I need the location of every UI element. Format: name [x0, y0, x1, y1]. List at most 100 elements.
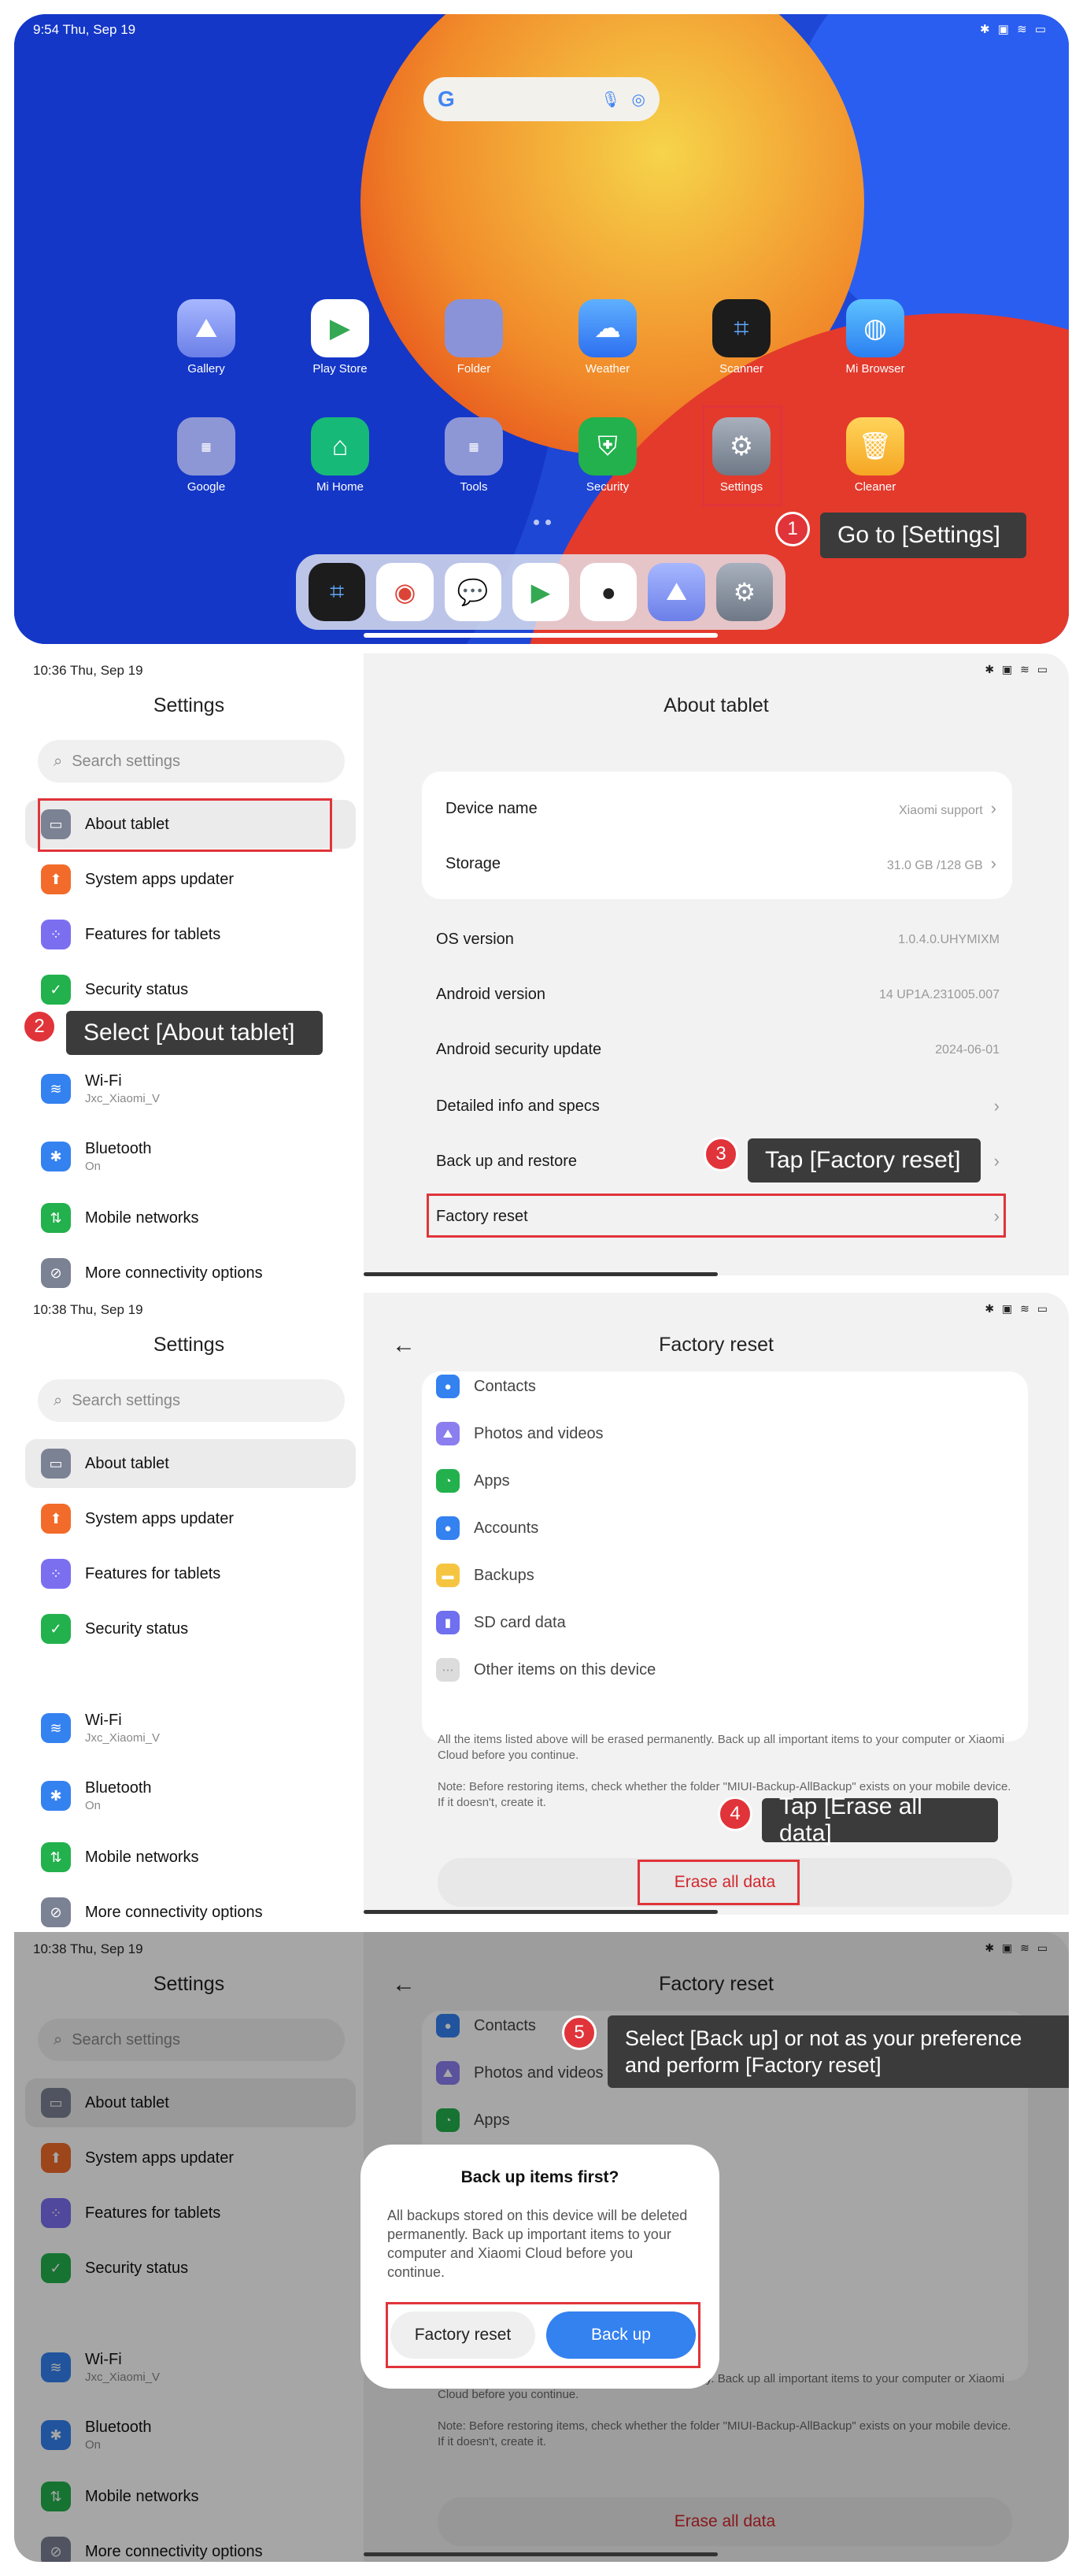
sidebar-item-features-for-tablets[interactable]: ⁘ Features for tablets — [25, 910, 356, 959]
step-badge: 4 — [718, 1797, 752, 1831]
step-badge: 5 — [562, 2015, 597, 2050]
highlight-dialog-buttons — [386, 2302, 700, 2368]
sidebar-title: Settings — [153, 694, 225, 716]
features-icon: ⁘ — [41, 1559, 71, 1589]
gallery-icon[interactable]: ⛰ — [648, 563, 705, 621]
item-label: Wi-Fi — [85, 1072, 122, 1090]
status-time: 10:36 Thu, Sep 19 — [33, 663, 143, 678]
row-label: Android security update — [436, 1041, 602, 1058]
camera-icon[interactable]: ● — [580, 563, 638, 621]
cleaner-icon: 🗑 — [846, 417, 904, 476]
sidebar-item-bluetooth[interactable]: ✱ Bluetooth On — [25, 1132, 356, 1181]
reset-item-label: Accounts — [474, 1519, 539, 1537]
item-label: Bluetooth — [85, 1140, 152, 1157]
security-icon: ✓ — [41, 1614, 71, 1644]
row-label: Detailed info and specs — [436, 1097, 600, 1115]
dialog-body: All backups stored on this device will b… — [387, 2208, 688, 2280]
app-cleaner[interactable]: 🗑 Cleaner — [836, 417, 915, 494]
item-label: Security status — [85, 1619, 189, 1638]
app-google[interactable]: ▦ Google — [167, 417, 246, 494]
sidebar-item-security-status[interactable]: ✓ Security status — [25, 1604, 356, 1653]
link-icon: ⊘ — [41, 1897, 71, 1927]
row-device-name[interactable]: Device name Xiaomi support › — [445, 798, 996, 819]
google-logo: G — [438, 87, 455, 111]
settings-sidebar: 10:36 Thu, Sep 19 Settings ⌕ Search setti… — [14, 653, 364, 1288]
callout-select-about-tablet: Select [About tablet] — [66, 1011, 323, 1055]
app-label: Folder — [456, 362, 491, 376]
sidebar-item-system-apps-updater[interactable]: ⬆ System apps updater — [25, 1494, 356, 1543]
app-mi-home[interactable]: ⌂ Mi Home — [301, 417, 379, 494]
row-value: 14 UP1A.231005.007 — [878, 987, 1000, 1001]
app-label: Tools — [460, 480, 488, 494]
scanner-icon: ⌗ — [712, 299, 771, 357]
sidebar-item-more-connectivity[interactable]: ⊘ More connectivity options — [25, 1888, 356, 1937]
sidebar-item-bluetooth[interactable]: ✱ Bluetooth On — [25, 1771, 356, 1820]
app-gallery[interactable]: ⛰ Gallery — [167, 299, 246, 376]
tools-folder-icon: ▦ — [445, 417, 503, 476]
google-search-bar[interactable]: G 🎙 ◎ — [423, 77, 660, 121]
chrome-icon[interactable]: ◉ — [376, 563, 434, 621]
app-scanner[interactable]: ⌗ Scanner — [702, 299, 781, 376]
sidebar-item-system-apps-updater[interactable]: ⬆ System apps updater — [25, 855, 356, 904]
callout-line: Select [Back up] or not as your preferen… — [625, 2026, 1022, 2050]
item-label: Mobile networks — [85, 1208, 199, 1227]
item-label: Features for tablets — [85, 1564, 221, 1582]
reset-item-label: Apps — [474, 1471, 510, 1490]
app-label: Security — [586, 480, 630, 494]
row-storage[interactable]: Storage 31.0 GB /128 GB › — [445, 853, 996, 874]
app-folder[interactable]: Folder — [434, 299, 513, 376]
row-android-version[interactable]: Android version 14 UP1A.231005.007 — [436, 986, 1000, 1004]
app-weather[interactable]: ☁ Weather — [568, 299, 647, 376]
app-label: Mi Browser — [845, 362, 905, 376]
row-security-update[interactable]: Android security update 2024-06-01 — [436, 1041, 1000, 1059]
security-icon: ✓ — [41, 975, 71, 1005]
app-security[interactable]: ⛨ Security — [568, 417, 647, 494]
mic-icon[interactable]: 🎙 — [601, 90, 620, 109]
settings-icon[interactable]: ⚙ — [715, 563, 773, 621]
status-icons: ✱ ▣ ≋ ▭ — [985, 1302, 1050, 1315]
item-label: Bluetooth — [85, 1779, 152, 1797]
settings-sidebar: 10:38 Thu, Sep 19 Settings ⌕ Search setti… — [14, 1293, 364, 1927]
link-icon: ⊘ — [41, 1258, 71, 1288]
messages-icon[interactable]: 💬 — [444, 563, 501, 621]
scanner-icon[interactable]: ⌗ — [309, 563, 366, 621]
item-sublabel: On — [85, 1160, 102, 1173]
row-label: Android version — [436, 986, 545, 1003]
sidebar-item-mobile-networks[interactable]: ⇅ Mobile networks — [25, 1194, 356, 1242]
search-input[interactable]: ⌕ Search settings — [38, 740, 345, 783]
reset-item-label: Photos and videos — [474, 1424, 604, 1442]
play-store-icon[interactable]: ▶ — [512, 563, 570, 621]
search-placeholder: Search settings — [72, 752, 181, 770]
reset-item: ● Accounts — [436, 1516, 538, 1540]
page-indicator — [534, 520, 551, 525]
google-folder-icon: ▦ — [177, 417, 235, 476]
sidebar-item-about-tablet[interactable]: ▭ About tablet — [25, 1439, 356, 1488]
row-value: 2024-06-01 — [935, 1042, 1000, 1057]
home-indicator[interactable] — [364, 2552, 718, 2556]
sidebar-item-features-for-tablets[interactable]: ⁘ Features for tablets — [25, 1549, 356, 1598]
lens-icon[interactable]: ◎ — [632, 90, 645, 109]
row-detailed-info[interactable]: Detailed info and specs › — [436, 1096, 1000, 1116]
step-badge: 1 — [775, 512, 810, 546]
sidebar-item-wifi[interactable]: ≋ Wi-Fi Jxc_Xiaomi_V — [25, 1064, 356, 1113]
bluetooth-icon: ✱ — [41, 1142, 71, 1171]
row-os-version[interactable]: OS version 1.0.4.0.UHYMIXM — [436, 931, 1000, 949]
play-store-icon: ▶ — [311, 299, 369, 357]
search-input[interactable]: ⌕ Search settings — [38, 1379, 345, 1422]
sidebar-item-mobile-networks[interactable]: ⇅ Mobile networks — [25, 1833, 356, 1882]
mi-home-icon: ⌂ — [311, 417, 369, 476]
home-indicator[interactable] — [364, 633, 718, 638]
gallery-icon: ⛰ — [177, 299, 235, 357]
home-indicator[interactable] — [364, 1272, 718, 1276]
app-label: Google — [187, 480, 226, 494]
app-tools[interactable]: ▦ Tools — [434, 417, 513, 494]
mobile-network-icon: ⇅ — [41, 1203, 71, 1233]
sidebar-item-wifi[interactable]: ≋ Wi-Fi Jxc_Xiaomi_V — [25, 1704, 356, 1752]
sidebar-item-more-connectivity[interactable]: ⊘ More connectivity options — [25, 1249, 356, 1297]
home-indicator[interactable] — [364, 1910, 718, 1914]
app-play-store[interactable]: ▶ Play Store — [301, 299, 379, 376]
app-mi-browser[interactable]: ◍ Mi Browser — [836, 299, 915, 376]
sidebar-item-security-status[interactable]: ✓ Security status — [25, 965, 356, 1014]
reset-item-label: SD card data — [474, 1613, 566, 1631]
apps-icon: ◔ — [436, 1469, 460, 1493]
